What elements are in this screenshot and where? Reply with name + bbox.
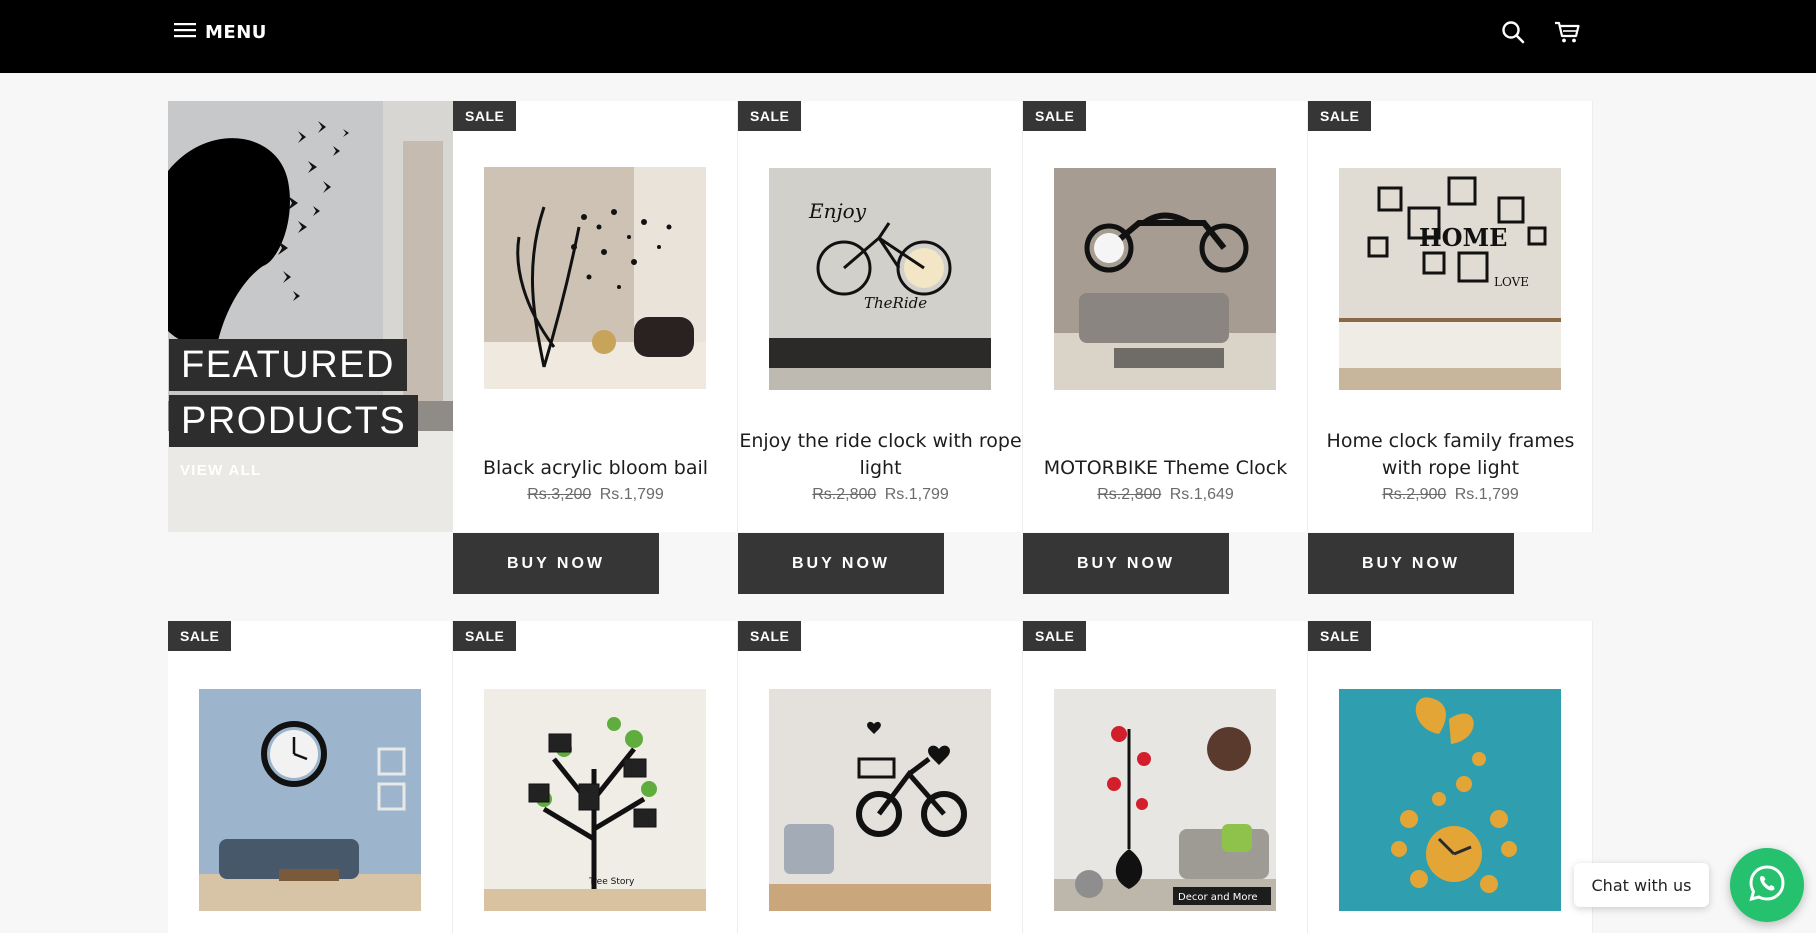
product-image[interactable] — [484, 167, 706, 389]
sale-price: Rs.1,649 — [1169, 486, 1234, 503]
product-price: Rs.2,900 Rs.1,799 — [1308, 486, 1593, 504]
product-image[interactable] — [1054, 168, 1276, 390]
product-card[interactable]: SALE — [168, 621, 453, 933]
product-image[interactable] — [199, 689, 421, 911]
buy-now-button[interactable]: BUY NOW — [1308, 533, 1514, 594]
tree-story-text: Tree Story — [588, 877, 635, 887]
header-actions — [1498, 17, 1582, 47]
sale-badge: SALE — [168, 621, 232, 651]
menu-label: MENU — [205, 21, 267, 43]
product-image[interactable]: Tree Story — [484, 689, 706, 911]
sale-price: Rs.1,799 — [599, 486, 664, 503]
product-image[interactable]: HOME LOVE — [1339, 168, 1561, 390]
product-image[interactable]: Decor and More — [1054, 689, 1276, 911]
product-image[interactable] — [769, 689, 991, 911]
product-image[interactable]: Enjoy TheRide — [769, 168, 991, 390]
whatsapp-chat-button[interactable] — [1730, 848, 1804, 922]
product-card[interactable]: SALE Tree Story — [453, 621, 738, 933]
chat-with-us-label[interactable]: Chat with us — [1574, 863, 1709, 907]
love-text: LOVE — [1494, 275, 1529, 289]
product-card[interactable]: SALE — [1308, 621, 1593, 933]
hamburger-icon — [174, 22, 196, 43]
featured-title-line1: FEATURED — [169, 339, 407, 391]
whatsapp-icon — [1747, 863, 1787, 908]
the-ride-text: TheRide — [864, 294, 927, 312]
sale-badge: SALE — [738, 101, 802, 131]
product-card[interactable]: SALE HOME LOVE Home clock family frames … — [1308, 101, 1593, 532]
top-navigation-bar: MENU — [0, 0, 1816, 73]
product-image[interactable] — [1339, 689, 1561, 911]
product-title[interactable]: Black acrylic bloom bail — [453, 455, 738, 482]
sale-badge: SALE — [738, 621, 802, 651]
sale-badge: SALE — [1023, 101, 1087, 131]
featured-title-line2: PRODUCTS — [169, 395, 419, 447]
product-price: Rs.2,800 Rs.1,799 — [738, 486, 1023, 504]
product-title[interactable]: Enjoy the ride clock with rope light — [738, 428, 1023, 482]
buy-now-button[interactable]: BUY NOW — [453, 533, 659, 594]
buy-now-button[interactable]: BUY NOW — [738, 533, 944, 594]
view-all-link[interactable]: VIEW ALL — [180, 462, 262, 479]
search-icon[interactable] — [1498, 17, 1528, 47]
sale-badge: SALE — [1308, 621, 1372, 651]
cart-icon[interactable] — [1552, 17, 1582, 47]
product-card[interactable]: SALE — [738, 621, 1023, 933]
home-text: HOME — [1419, 223, 1507, 252]
product-price: Rs.2,800 Rs.1,649 — [1023, 486, 1308, 504]
sale-price: Rs.1,799 — [884, 486, 949, 503]
product-card[interactable]: SALE Black acrylic bloom bail Rs.3,200 R… — [453, 101, 738, 532]
decor-and-more-label: Decor and More — [1178, 892, 1258, 903]
product-card[interactable]: SALE MOTORBIKE Theme Clock Rs.2,800 Rs.1… — [1023, 101, 1308, 532]
compare-price: Rs.2,900 — [1382, 486, 1447, 503]
sale-badge: SALE — [1023, 621, 1087, 651]
product-card[interactable]: SALE Decor and More — [1023, 621, 1308, 933]
sale-badge: SALE — [453, 101, 517, 131]
sale-badge: SALE — [453, 621, 517, 651]
product-price: Rs.3,200 Rs.1,799 — [453, 486, 738, 504]
compare-price: Rs.3,200 — [527, 486, 592, 503]
product-title[interactable]: Home clock family frames with rope light — [1308, 428, 1593, 482]
compare-price: Rs.2,800 — [812, 486, 877, 503]
product-title[interactable]: MOTORBIKE Theme Clock — [1023, 455, 1308, 482]
menu-button[interactable]: MENU — [174, 20, 267, 44]
sale-badge: SALE — [1308, 101, 1372, 131]
enjoy-text: Enjoy — [808, 199, 867, 223]
product-card[interactable]: SALE Enjoy TheRide Enjoy the ride clock … — [738, 101, 1023, 532]
sale-price: Rs.1,799 — [1454, 486, 1519, 503]
compare-price: Rs.2,800 — [1097, 486, 1162, 503]
buy-now-button[interactable]: BUY NOW — [1023, 533, 1229, 594]
